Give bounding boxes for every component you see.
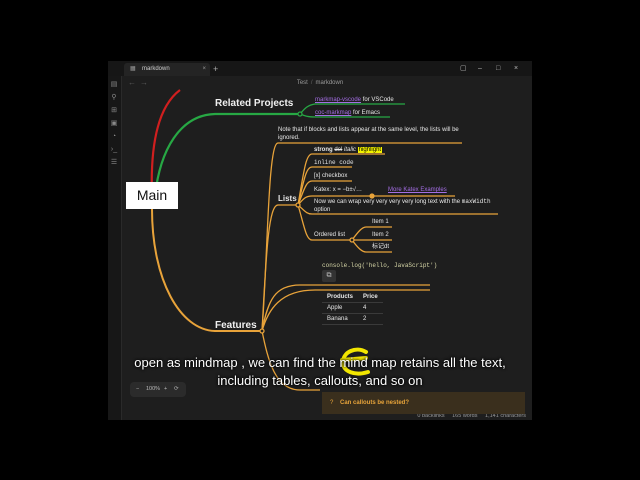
question-icon: ?: [330, 400, 334, 406]
text-italic: italic: [344, 147, 357, 153]
node-markmap-vscode: markmap-vscode for VSCode: [315, 96, 394, 104]
long-text-b: option: [314, 207, 331, 213]
node-coc-markmap: coc-markmap for Emacs: [315, 109, 380, 117]
table-cell: 2: [358, 313, 383, 325]
link-katex-examples[interactable]: More Katex Examples: [388, 186, 447, 194]
text-highlight: highlight: [357, 147, 383, 153]
node-formatting[interactable]: strong del italic highlight: [314, 146, 383, 154]
text-del: del: [334, 147, 343, 153]
table-cell: Banana: [322, 313, 359, 325]
node-dot-features: [259, 328, 265, 334]
table-header-row: Products Price: [322, 292, 383, 303]
node-inline-code[interactable]: inline code: [314, 159, 354, 167]
table-cell: 4: [358, 302, 383, 314]
node-item-3[interactable]: 标记dt: [372, 243, 389, 251]
copy-icon[interactable]: ⧉: [322, 270, 336, 282]
node-table[interactable]: Products Price Apple 4 Banana 2: [322, 292, 383, 325]
table-cell: Apple: [322, 302, 359, 314]
long-text-a: Now we can wrap very very very very long…: [314, 199, 461, 205]
node-dot-lists: [295, 202, 301, 208]
node-item-2[interactable]: Item 2: [372, 231, 389, 239]
table-header: Products: [322, 292, 359, 303]
link2-suffix: for Emacs: [353, 110, 381, 116]
link1-suffix: for VSCode: [362, 97, 394, 103]
table-header: Price: [358, 292, 383, 303]
table-row: Banana 2: [322, 313, 383, 325]
node-lists[interactable]: Lists: [278, 195, 297, 203]
callout-title: Can callouts be nested?: [340, 400, 410, 406]
node-note[interactable]: Note that if blocks and lists appear at …: [278, 126, 463, 142]
subtitle-line-1: open as mindmap , we can find the mind m…: [134, 355, 506, 370]
node-dot-ordered: [349, 237, 355, 243]
mindmap-branches: [150, 89, 498, 391]
link-coc-markmap[interactable]: coc-markmap: [315, 110, 351, 116]
subtitle-line-2: including tables, callouts, and so on: [217, 373, 423, 388]
root-node-main[interactable]: Main: [126, 182, 178, 209]
table-row: Apple 4: [322, 302, 383, 314]
node-item-1[interactable]: Item 1: [372, 218, 389, 226]
text-strong: strong: [314, 147, 333, 153]
node-ordered-list[interactable]: Ordered list: [314, 231, 345, 239]
node-related-projects[interactable]: Related Projects: [215, 98, 293, 110]
node-code-block[interactable]: console.log('hello, JavaScript'): [322, 262, 437, 270]
katex-label: Katex:: [314, 187, 332, 193]
node-dot-related: [297, 111, 303, 117]
node-features[interactable]: Features: [215, 320, 257, 332]
node-katex[interactable]: Katex: x = −b±√…: [314, 186, 362, 194]
node-checkbox[interactable]: [x] checkbox: [314, 172, 347, 180]
long-text-code: maxWidth: [461, 198, 491, 205]
branch-red: [150, 89, 181, 197]
katex-formula: x = −b±√…: [332, 187, 362, 193]
node-callout[interactable]: ? Can callouts be nested?: [322, 392, 525, 414]
branch-features: [151, 208, 262, 332]
link-markmap-vscode[interactable]: markmap-vscode: [315, 97, 361, 103]
node-long-text[interactable]: Now we can wrap very very very very long…: [314, 198, 499, 214]
